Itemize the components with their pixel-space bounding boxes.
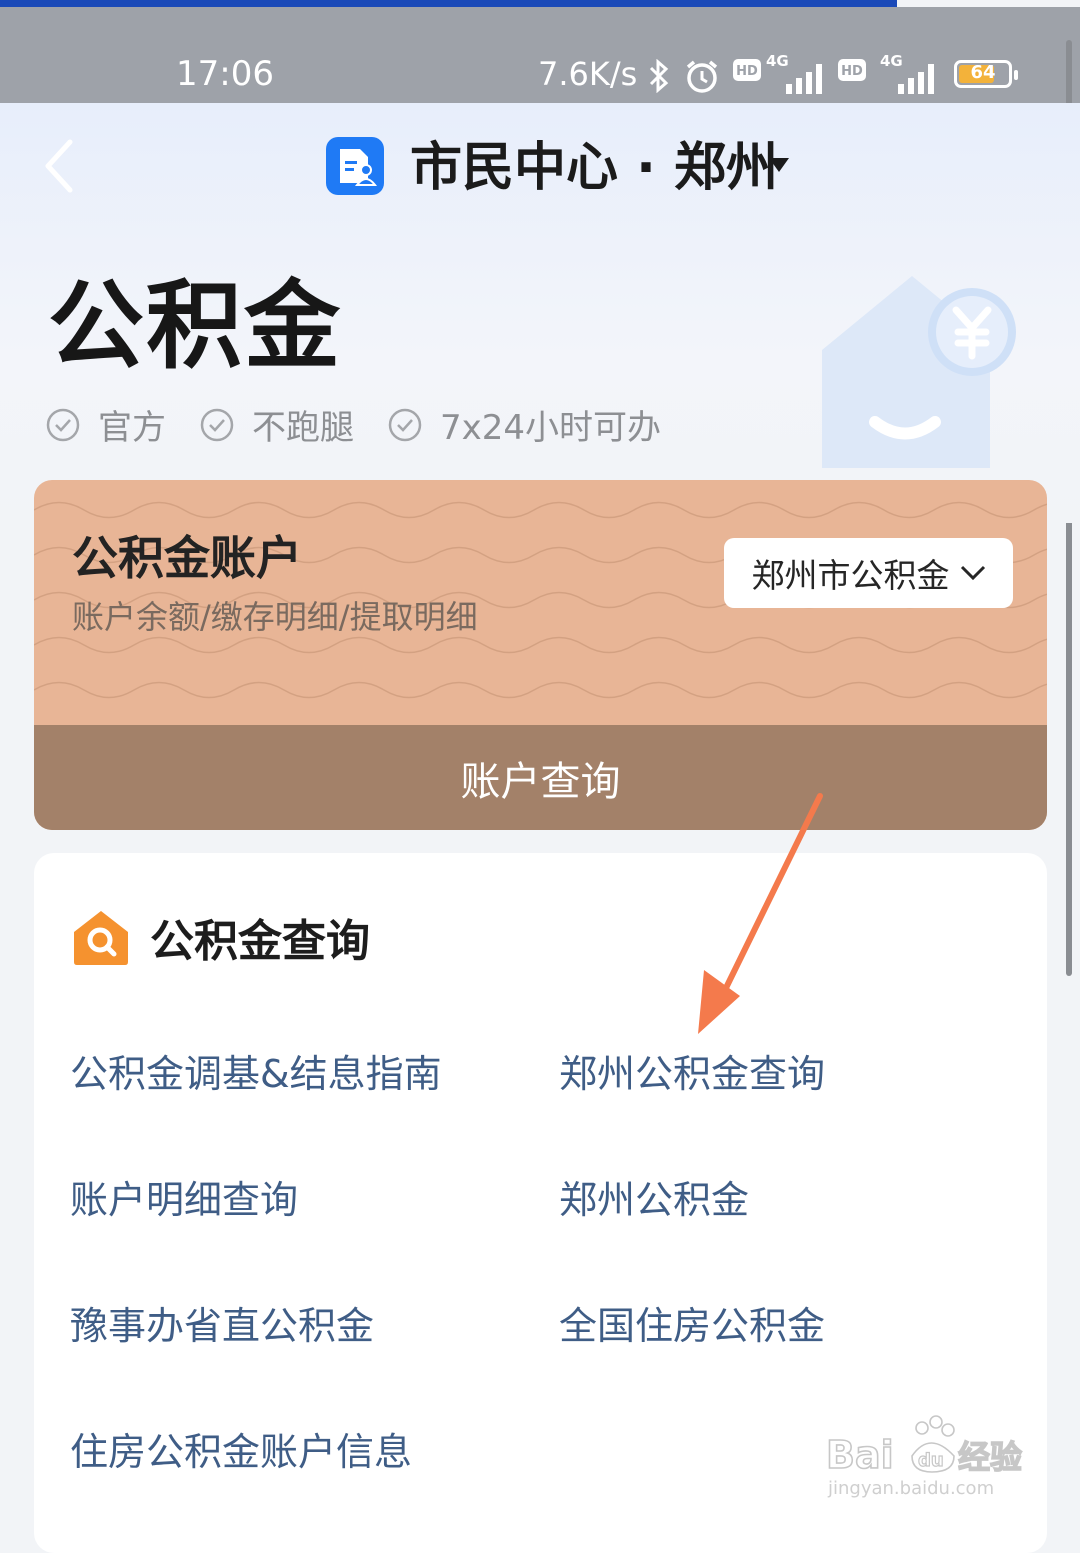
tag-label: 官方 [98, 408, 166, 448]
citizen-center-logo-icon [326, 137, 384, 195]
fund-account-card: 公积金账户 账户余额/缴存明细/提取明细 郑州市公积金 账户查询 [34, 480, 1047, 830]
battery-icon: 64 [954, 60, 1018, 88]
status-time: 17:06 [176, 54, 274, 94]
city-fund-dropdown[interactable]: 郑州市公积金 [724, 538, 1013, 608]
city-fund-dropdown-value: 郑州市公积金 [751, 556, 950, 595]
house-yen-illustration-icon [822, 276, 1016, 468]
svg-text:HD: HD [736, 64, 758, 79]
tag-24h: 7x24小时可办 [388, 400, 661, 449]
link-zhengzhou-fund[interactable]: 郑州公积金 [559, 1169, 749, 1224]
link-account-detail-query[interactable]: 账户明细查询 [70, 1169, 298, 1224]
chevron-down-icon [960, 565, 985, 581]
baidu-jingyan-watermark: Bai du 经验 jingyan.baidu.com [825, 1408, 1026, 1502]
check-circle-icon [388, 408, 422, 441]
link-national-housing-fund[interactable]: 全国住房公积金 [559, 1295, 825, 1350]
hd-icon-2: HD [838, 59, 866, 81]
svg-text:du: du [918, 1450, 944, 1471]
link-housing-fund-account-info[interactable]: 住房公积金账户信息 [70, 1421, 412, 1476]
nav-title[interactable]: 市民中心 · 郑州 [410, 136, 778, 200]
check-circle-icon [200, 408, 234, 441]
account-query-label: 账户查询 [460, 758, 621, 805]
svg-text:Bai: Bai [826, 1433, 894, 1477]
link-zhengzhou-fund-query[interactable]: 郑州公积金查询 [559, 1043, 825, 1098]
feature-tags: 官方 不跑腿 7x24小时可办 [46, 400, 695, 449]
account-card-title: 公积金账户 [72, 531, 302, 585]
section-title: 公积金查询 [150, 916, 370, 967]
tag-label: 7x24小时可办 [440, 408, 662, 448]
back-arrow-icon[interactable] [40, 138, 80, 194]
baidu-paw-logo-icon: Bai du 经验 jingyan.baidu.com [825, 1415, 1023, 1499]
svg-text:4G: 4G [880, 52, 903, 70]
page-title: 公积金 [48, 270, 342, 382]
account-card-subtitle: 账户余额/缴存明细/提取明细 [72, 598, 478, 636]
caret-down-icon[interactable] [768, 156, 790, 174]
annotation-arrow-icon [698, 793, 823, 1034]
tag-no-trip: 不跑腿 [200, 400, 354, 449]
progress-line [0, 0, 897, 7]
tag-label: 不跑腿 [252, 408, 354, 448]
link-yushiban-provincial-fund[interactable]: 豫事办省直公积金 [70, 1295, 374, 1350]
alarm-icon [686, 60, 718, 93]
svg-text:经验: 经验 [958, 1438, 1022, 1476]
link-fund-adjust-guide[interactable]: 公积金调基&结息指南 [70, 1043, 442, 1098]
account-query-button[interactable]: 账户查询 [34, 725, 1047, 830]
house-search-icon [74, 911, 128, 965]
status-net-speed: 7.6K/s [538, 55, 638, 93]
hd-icon: HD [733, 59, 761, 81]
section-header: 公积金查询 [70, 905, 370, 969]
check-circle-icon [46, 408, 80, 441]
tag-official: 官方 [46, 400, 166, 449]
status-bar: 17:06 7.6K/s HD 4G HD 4G 64 [0, 7, 1080, 103]
svg-text:HD: HD [841, 64, 863, 79]
signal-4g-icon: 4G [766, 52, 822, 94]
bluetooth-icon [649, 59, 669, 93]
battery-level: 64 [970, 62, 996, 83]
signal-4g-icon-2: 4G [880, 52, 934, 94]
svg-text:jingyan.baidu.com: jingyan.baidu.com [827, 1478, 994, 1498]
svg-text:4G: 4G [766, 52, 789, 70]
